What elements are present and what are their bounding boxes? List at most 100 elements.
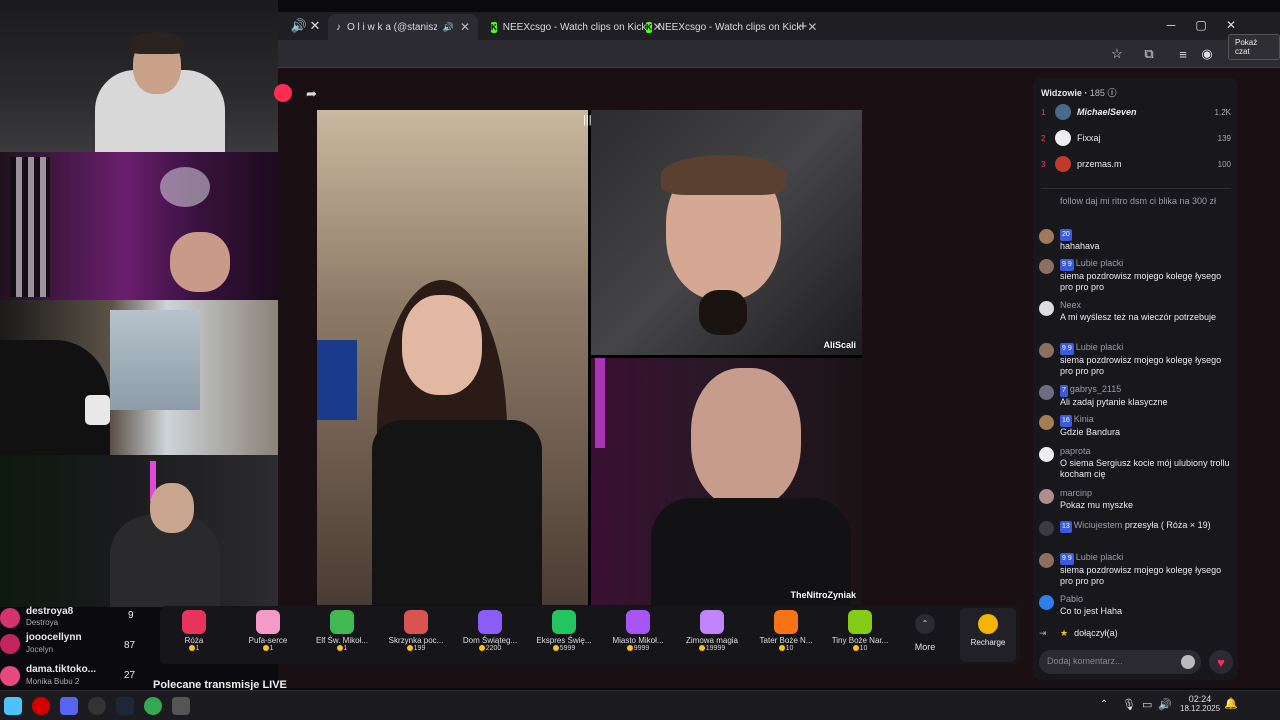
tab-close-icon[interactable]: ✕ bbox=[306, 17, 324, 35]
cam-host[interactable] bbox=[317, 110, 588, 605]
viewers-header[interactable]: Widzowie · 185 ⓘ bbox=[1041, 86, 1116, 99]
house-icon bbox=[478, 610, 502, 634]
top-viewer[interactable]: 3 przemas.m 100 bbox=[1041, 154, 1231, 174]
chat-message: Pablo Co to jest Haha bbox=[1039, 594, 1234, 617]
star-icon: ★ bbox=[1060, 628, 1069, 638]
chrome-icon[interactable] bbox=[144, 697, 162, 715]
media-icon[interactable]: ≡ bbox=[1174, 45, 1192, 63]
heart-icon bbox=[256, 610, 280, 634]
chat-message: 9 9 Lubie placki siema pozdrowisz mojego k… bbox=[1039, 552, 1234, 588]
elf-icon bbox=[330, 610, 354, 634]
gift-item[interactable]: Róża 1 bbox=[162, 610, 226, 652]
cam-aliscali[interactable]: AliScali bbox=[591, 110, 862, 355]
info-icon[interactable]: ⓘ bbox=[1107, 88, 1116, 98]
webcam-3 bbox=[0, 300, 278, 455]
taskbar: ⌃ 🎙 ▭ 🔊 02:24 18.12.2025 🔔 bbox=[0, 690, 1280, 720]
tab-tiktok[interactable]: ♪ O l i w k a (@staniszesia_) p 🔊 ✕ bbox=[328, 14, 478, 40]
opera-icon[interactable] bbox=[32, 697, 50, 715]
kick-icon: K bbox=[491, 21, 497, 33]
clock[interactable]: 02:24 18.12.2025 bbox=[1180, 694, 1220, 713]
cam-thenitrozyniak[interactable]: TheNitroZyniak bbox=[591, 358, 862, 605]
avatar bbox=[0, 666, 20, 686]
chat-message: Neex A mi wyślesz też na wieczór potrzebu… bbox=[1039, 300, 1234, 323]
gift-item[interactable]: Tiny Boże Nar... 10 bbox=[828, 610, 892, 652]
kick-icon: K bbox=[646, 21, 652, 33]
door-icon: ⇥ bbox=[1039, 628, 1047, 638]
chat-message: marcinp Pokaz mu myszke bbox=[1039, 488, 1234, 511]
like-button[interactable]: ♥ bbox=[1209, 650, 1233, 674]
settings-icon[interactable] bbox=[172, 697, 190, 715]
windows-start-icon[interactable] bbox=[4, 697, 22, 715]
volume-icon[interactable]: 🔊 bbox=[1158, 698, 1172, 711]
mic-icon[interactable]: 🎙 bbox=[1122, 698, 1136, 711]
chat-panel: Widzowie · 185 ⓘ 1 MichaelSeven 1.2K 2 F… bbox=[1033, 78, 1238, 680]
chat-message: 7 gabrys_2115 Ali zadaj pytanie klasyczne bbox=[1039, 384, 1234, 408]
gift-item[interactable]: Skrzynka poc... 199 bbox=[384, 610, 448, 652]
new-tab-button[interactable]: + bbox=[794, 17, 812, 35]
gift-item[interactable]: Ekspres Świę... 5999 bbox=[532, 610, 596, 652]
gift-item[interactable]: Dom Świąteg... 2200 bbox=[458, 610, 522, 652]
avatar bbox=[1039, 301, 1054, 316]
cam-label: TheNitroZyniak bbox=[790, 590, 856, 600]
avatar bbox=[1055, 104, 1071, 120]
tab-kick-1[interactable]: K NEEXcsgo - Watch clips on Kick ✕ bbox=[483, 14, 662, 40]
comment-input[interactable]: Dodaj komentarz... bbox=[1039, 650, 1201, 674]
maximize-button[interactable]: ▢ bbox=[1186, 12, 1216, 38]
top-viewer[interactable]: 1 MichaelSeven 1.2K bbox=[1041, 102, 1231, 122]
profile-icon[interactable]: ◉ bbox=[1198, 45, 1216, 63]
leaderboard-row[interactable]: destroya8 Destroya 9 bbox=[0, 606, 150, 632]
avatar bbox=[1055, 130, 1071, 146]
tray-chevron-icon[interactable]: ⌃ bbox=[1100, 699, 1108, 710]
avatar bbox=[0, 608, 20, 628]
more-gifts-button[interactable]: ⌃ More bbox=[895, 614, 955, 652]
gift-icon bbox=[1039, 521, 1054, 536]
chat-message: 20 hahahava bbox=[1039, 228, 1234, 252]
avatar bbox=[1039, 415, 1054, 430]
tab-close-icon[interactable]: ✕ bbox=[460, 20, 470, 34]
avatar bbox=[1039, 595, 1054, 610]
tater-icon bbox=[774, 610, 798, 634]
gift-item[interactable]: Miasto Mikoł... 9999 bbox=[606, 610, 670, 652]
gift-item[interactable]: Elf Św. Mikoł... 1 bbox=[310, 610, 374, 652]
avatar bbox=[1039, 385, 1054, 400]
share-icon[interactable]: ➦ bbox=[306, 86, 317, 102]
avatar bbox=[1055, 156, 1071, 172]
tiny-icon bbox=[848, 610, 872, 634]
gift-item[interactable]: Pufa-serce 1 bbox=[236, 610, 300, 652]
chat-message: follow daj mi ritro dsm ci blika na 300 … bbox=[1060, 196, 1217, 206]
steam-icon[interactable] bbox=[116, 697, 134, 715]
chevron-up-icon: ⌃ bbox=[915, 614, 935, 634]
leaderboard-row[interactable]: jooocellynn Jocelyn 87 bbox=[0, 632, 150, 658]
live-badge-icon bbox=[274, 84, 292, 102]
app-icon[interactable] bbox=[88, 697, 106, 715]
tiktok-icon: ♪ bbox=[336, 21, 341, 33]
tab-bar: 🔊 ✕ ♪ O l i w k a (@staniszesia_) p 🔊 ✕ … bbox=[278, 12, 1280, 40]
cam-label: AliScali bbox=[823, 340, 856, 350]
snow-globe-icon bbox=[700, 610, 724, 634]
gift-item[interactable]: Tater Boże N... 10 bbox=[754, 610, 818, 652]
recharge-button[interactable]: Recharge bbox=[960, 608, 1016, 662]
leaderboard-row[interactable]: dama.tiktoko... Monika Bubu 2 27 bbox=[0, 664, 150, 690]
gift-item[interactable]: Zimowa magia 19999 bbox=[680, 610, 744, 652]
tooltip: Pokaż czat bbox=[1228, 34, 1280, 60]
avatar bbox=[1039, 489, 1054, 504]
tab-kick-2[interactable]: K NEEXcsgo - Watch clips on Kick ✕ bbox=[638, 14, 817, 40]
network-icon[interactable]: ▭ bbox=[1142, 698, 1152, 711]
chat-message: 13 Wiciujestem przesyła ( Róża × 19) bbox=[1039, 520, 1234, 536]
top-viewer[interactable]: 2 Fixxaj 139 bbox=[1041, 128, 1231, 148]
extensions-icon[interactable]: ⧉ bbox=[1140, 45, 1158, 63]
minimize-button[interactable]: ─ bbox=[1156, 12, 1186, 38]
gifts-bar: Róża 1 Pufa-serce 1 Elf Św. Mikoł... 1 Skrz… bbox=[160, 606, 1020, 664]
emoji-icon[interactable] bbox=[1181, 655, 1195, 669]
avatar bbox=[1039, 447, 1054, 462]
speaker-icon[interactable]: 🔊 bbox=[443, 22, 454, 33]
webcam-2 bbox=[0, 152, 278, 300]
chat-message: 16 Kinia Gdzie Bandura bbox=[1039, 414, 1234, 438]
address-bar[interactable]: ☆ ⧉ ≡ ◉ ⋮ bbox=[278, 40, 1280, 68]
discord-icon[interactable] bbox=[60, 697, 78, 715]
star-icon[interactable]: ☆ bbox=[1108, 45, 1126, 63]
avatar bbox=[1039, 553, 1054, 568]
train-icon bbox=[552, 610, 576, 634]
notifications-icon[interactable]: 🔔 bbox=[1224, 697, 1238, 710]
join-notice: ⇥ ★ dołączył(a) bbox=[1039, 628, 1118, 638]
